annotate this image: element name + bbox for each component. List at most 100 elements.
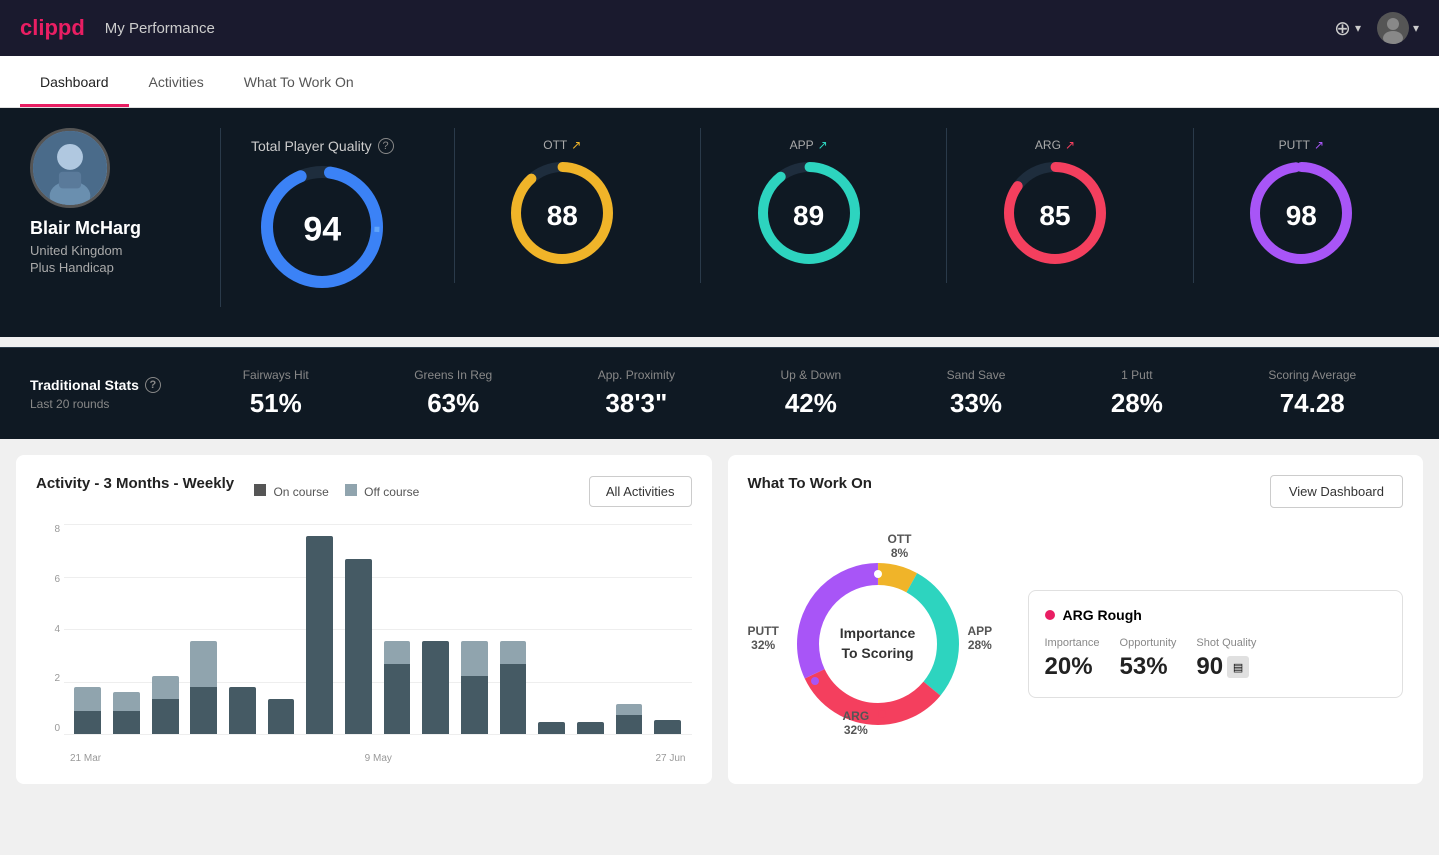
stat-greens-in-reg: Greens In Reg 63% [414, 368, 492, 419]
ott-trend-icon: ↗ [571, 138, 581, 152]
stats-items: Fairways Hit 51% Greens In Reg 63% App. … [190, 368, 1409, 419]
stat-1-putt: 1 Putt 28% [1111, 368, 1163, 419]
activity-chart-title: Activity - 3 Months - Weekly [36, 475, 234, 492]
grid-line-0 [64, 734, 692, 735]
bar-off-course-1 [113, 692, 140, 711]
detail-shot-quality: Shot Quality 90 ▤ [1196, 637, 1256, 681]
off-course-legend-dot [345, 484, 357, 496]
wtwo-header: What To Work On View Dashboard [748, 475, 1404, 508]
arg-gauge: 85 [1000, 158, 1110, 273]
tab-what-to-work-on[interactable]: What To Work On [224, 56, 374, 107]
y-label-8: 8 [36, 524, 64, 535]
bar-group-14 [611, 524, 647, 734]
bar-group-9 [418, 524, 454, 734]
bottom-section: Activity - 3 Months - Weekly On course O… [0, 439, 1439, 800]
detail-metrics: Importance 20% Opportunity 53% Shot Qual… [1045, 637, 1387, 681]
putt-score: 98 [1286, 200, 1317, 232]
stat-sand-save: Sand Save 33% [947, 368, 1006, 419]
x-axis: 21 Mar 9 May 27 Jun [64, 753, 692, 764]
header-right: ⊕ ▾ ▾ [1334, 12, 1419, 44]
bar-stack-2 [152, 676, 179, 734]
y-label-4: 4 [36, 624, 64, 635]
bar-group-6 [302, 524, 338, 734]
avatar [30, 128, 110, 208]
tab-dashboard[interactable]: Dashboard [20, 56, 129, 107]
arg-gauge-section: ARG ↗ 85 [946, 128, 1162, 283]
logo: clippd [20, 15, 85, 41]
stat-scoring-average: Scoring Average 74.28 [1268, 368, 1356, 419]
putt-gauge-section: PUTT ↗ 98 [1193, 128, 1409, 283]
bar-on-course-1 [113, 711, 140, 734]
bar-on-course-4 [229, 687, 256, 734]
total-quality-label: Total Player Quality ? [251, 138, 394, 154]
bar-stack-11 [500, 641, 527, 734]
player-handicap: Plus Handicap [30, 260, 190, 275]
bar-stack-9 [422, 641, 449, 734]
putt-trend-icon: ↗ [1314, 138, 1324, 152]
stat-fairways-hit: Fairways Hit 51% [243, 368, 309, 419]
bar-on-course-3 [190, 687, 217, 734]
donut-chart-wrap: Importance To Scoring OTT 8% APP 28% ARG… [748, 524, 1008, 764]
bar-stack-15 [654, 720, 681, 734]
bar-stack-8 [384, 641, 411, 734]
bar-on-course-2 [152, 699, 179, 734]
tab-activities[interactable]: Activities [129, 56, 224, 107]
bar-on-course-13 [577, 722, 604, 734]
player-section: Blair McHarg United Kingdom Plus Handica… [30, 128, 1409, 307]
total-quality-score: 94 [303, 210, 341, 249]
ott-gauge-section: OTT ↗ 88 [454, 128, 670, 283]
bar-off-course-10 [461, 641, 488, 676]
avatar [1377, 12, 1409, 44]
app-gauge: 89 [754, 158, 864, 273]
avatar-button[interactable]: ▾ [1377, 12, 1419, 44]
arg-score: 85 [1039, 200, 1070, 232]
detail-card: ARG Rough Importance 20% Opportunity 53%… [1028, 590, 1404, 698]
info-icon[interactable]: ? [378, 138, 394, 154]
bar-stack-12 [538, 722, 565, 734]
arg-segment-label: ARG 32% [843, 709, 870, 737]
bar-off-course-3 [190, 641, 217, 688]
x-label-mar: 21 Mar [70, 753, 101, 764]
all-activities-button[interactable]: All Activities [589, 476, 692, 507]
bar-group-10 [457, 524, 493, 734]
bar-group-5 [263, 524, 299, 734]
plus-circle-icon: ⊕ [1334, 16, 1351, 41]
wtwo-title: What To Work On [748, 475, 872, 492]
bar-group-13 [573, 524, 609, 734]
bar-group-8 [379, 524, 415, 734]
bar-stack-13 [577, 722, 604, 734]
bar-on-course-11 [500, 664, 527, 734]
bar-group-12 [534, 524, 570, 734]
putt-label: PUTT ↗ [1279, 138, 1324, 152]
activity-chart-title-group: Activity - 3 Months - Weekly On course O… [36, 475, 419, 508]
chevron-down-icon: ▾ [1355, 21, 1361, 35]
off-course-legend: Off course [345, 484, 419, 499]
bar-group-0 [70, 524, 106, 734]
shot-quality-badge: ▤ [1227, 656, 1249, 678]
bar-stack-0 [74, 687, 101, 734]
bar-group-15 [650, 524, 686, 734]
app-gauge-section: APP ↗ 89 [700, 128, 916, 283]
bar-group-11 [495, 524, 531, 734]
bar-off-course-0 [74, 687, 101, 710]
bar-stack-5 [268, 699, 295, 734]
bar-group-4 [225, 524, 261, 734]
view-dashboard-button[interactable]: View Dashboard [1270, 475, 1403, 508]
app-score: 89 [793, 200, 824, 232]
bar-chart: 8 6 4 2 0 21 Mar 9 May 27 Jun [36, 524, 692, 764]
avatar-chevron-icon: ▾ [1413, 21, 1419, 35]
bar-on-course-8 [384, 664, 411, 734]
activity-chart-header: Activity - 3 Months - Weekly On course O… [36, 475, 692, 508]
add-button[interactable]: ⊕ ▾ [1334, 16, 1361, 41]
header-title: My Performance [105, 20, 215, 37]
stats-title: Traditional Stats ? [30, 377, 190, 393]
stats-info-icon[interactable]: ? [145, 377, 161, 393]
bar-off-course-8 [384, 641, 411, 664]
bar-on-course-14 [616, 715, 643, 734]
detail-card-title: ARG Rough [1045, 607, 1387, 623]
bar-off-course-2 [152, 676, 179, 699]
bar-group-1 [109, 524, 145, 734]
chart-legend: On course Off course [254, 484, 419, 499]
header-left: clippd My Performance [20, 15, 215, 41]
bar-stack-3 [190, 641, 217, 734]
